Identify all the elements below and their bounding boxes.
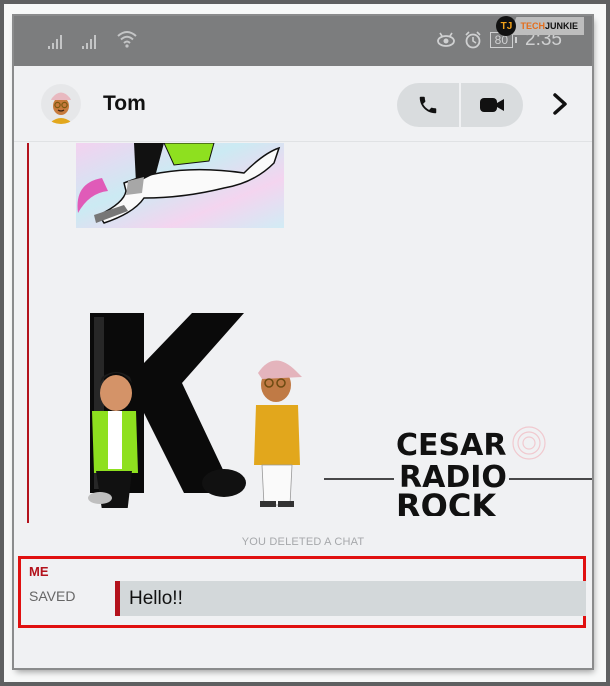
sender-label: ME [29,564,49,579]
eye-icon [436,32,455,47]
phone-icon [419,96,437,114]
signal-icon [82,35,96,49]
cesar-radio-rock-watermark: CESAR RADIO ROCK [324,426,592,516]
message-accent-bar [115,581,120,616]
alarm-icon [465,31,481,49]
wifi-icon [117,31,137,48]
unicorn-sticker[interactable] [64,143,284,228]
chat-content: YOU DELETED A CHAT ME SAVED Hello!! [14,143,592,668]
system-message: YOU DELETED A CHAT [241,536,365,548]
signal-icon [48,35,62,49]
contact-name[interactable]: Tom [103,92,146,116]
video-call-button[interactable] [461,83,523,127]
saved-status[interactable]: SAVED [29,588,75,604]
bitmoji-k-sticker[interactable] [64,293,304,508]
message-group-indicator [27,143,29,523]
chat-header: Tom [14,66,592,142]
saved-message-highlight: ME SAVED Hello!! [18,556,586,628]
svg-text:ROCK: ROCK [396,487,497,516]
call-buttons [397,83,523,127]
message-text: Hello!! [129,588,183,609]
voice-call-button[interactable] [397,83,459,127]
video-camera-icon [480,98,504,112]
chevron-right-icon[interactable] [551,92,569,116]
svg-text:CESAR: CESAR [396,428,506,463]
bitmoji-avatar-icon [51,92,71,124]
fingerprint-icon [512,426,546,460]
message-bubble[interactable]: Hello!! [115,581,586,616]
techjunkie-watermark: TJ TECHJUNKIE [496,16,584,36]
phone-screen: 80 2:35 TJ TECHJUNKIE Tom YOU DELETED A … [14,16,592,668]
avatar[interactable] [41,84,81,124]
